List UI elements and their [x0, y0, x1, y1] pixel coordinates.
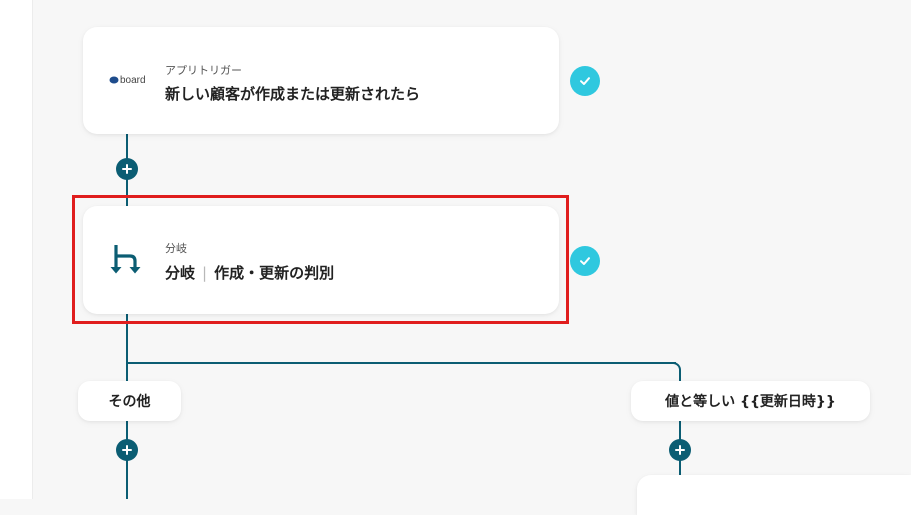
step-title: 新しい顧客が作成または更新されたら	[165, 85, 421, 103]
branch-connector-line	[126, 362, 676, 364]
check-icon	[570, 66, 600, 96]
branch-label-other[interactable]: その他	[78, 381, 181, 421]
left-panel	[0, 0, 33, 499]
add-step-button[interactable]	[116, 439, 138, 461]
plus-icon	[675, 445, 685, 455]
plus-icon	[122, 445, 132, 455]
plus-icon	[122, 164, 132, 174]
add-step-button[interactable]	[116, 158, 138, 180]
add-step-button[interactable]	[669, 439, 691, 461]
next-step-card[interactable]	[637, 475, 911, 515]
highlight-box	[72, 195, 569, 324]
branch-label-equals[interactable]: 値と等しい {{更新日時}}	[631, 381, 870, 421]
trigger-step-card[interactable]: board アプリトリガー 新しい顧客が作成または更新されたら	[83, 27, 559, 134]
step-subtitle: アプリトリガー	[165, 64, 242, 77]
board-logo: board	[109, 73, 146, 87]
check-icon	[570, 246, 600, 276]
connector-line	[126, 314, 128, 386]
